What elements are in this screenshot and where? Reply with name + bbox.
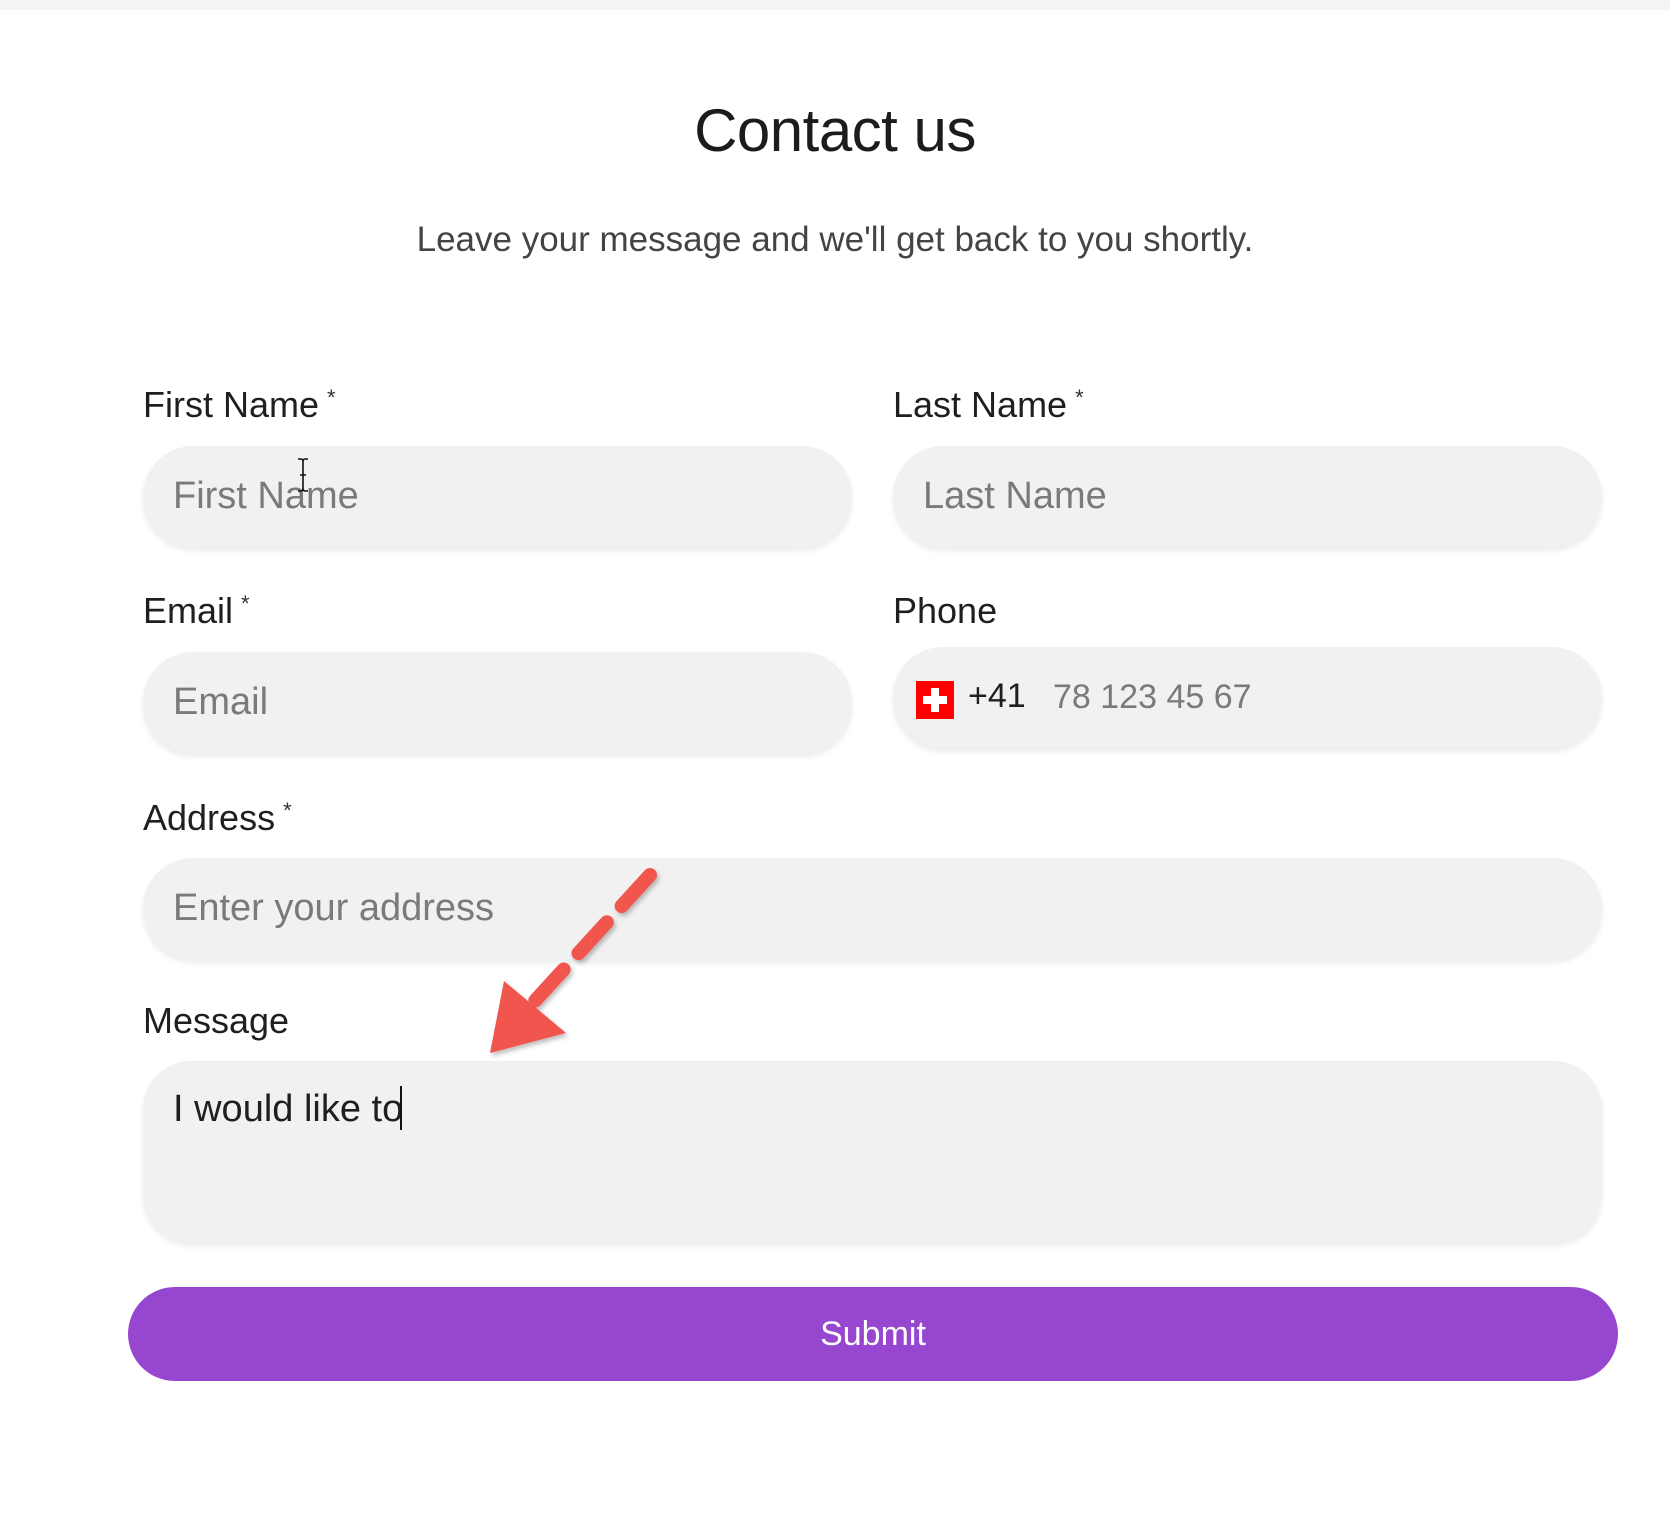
phone-field: +41 xyxy=(893,647,1602,748)
first-name-label-text: First Name xyxy=(143,384,320,425)
page-title: Contact us xyxy=(694,97,976,164)
text-ibeam-cursor-icon xyxy=(298,458,308,492)
message-label: Message xyxy=(143,1000,289,1042)
address-label-text: Address xyxy=(143,797,276,838)
first-name-label: First Name * xyxy=(143,384,336,426)
phone-label: Phone xyxy=(893,590,997,632)
last-name-label-text: Last Name xyxy=(893,384,1068,425)
address-label: Address * xyxy=(143,797,292,839)
email-input[interactable] xyxy=(143,652,852,753)
annotation-arrow-icon xyxy=(490,868,657,1053)
message-textarea[interactable] xyxy=(143,1061,1602,1242)
top-strip xyxy=(0,0,1670,10)
dial-code[interactable]: +41 xyxy=(968,677,1026,716)
email-label-text: Email xyxy=(143,590,234,631)
message-label-text: Message xyxy=(143,1000,290,1041)
last-name-label: Last Name * xyxy=(893,384,1084,426)
required-mark: * xyxy=(327,385,336,410)
switzerland-flag-icon[interactable] xyxy=(916,681,954,719)
address-input[interactable] xyxy=(143,858,1602,959)
phone-input[interactable] xyxy=(1053,647,1573,748)
page-subtitle: Leave your message and we'll get back to… xyxy=(416,220,1254,259)
submit-button[interactable]: Submit xyxy=(128,1287,1618,1381)
phone-label-text: Phone xyxy=(893,590,998,631)
required-mark: * xyxy=(241,591,250,616)
last-name-input[interactable] xyxy=(893,446,1602,547)
first-name-input[interactable] xyxy=(143,446,852,547)
text-caret xyxy=(400,1086,402,1130)
required-mark: * xyxy=(283,798,292,823)
email-label: Email * xyxy=(143,590,250,632)
required-mark: * xyxy=(1075,385,1084,410)
